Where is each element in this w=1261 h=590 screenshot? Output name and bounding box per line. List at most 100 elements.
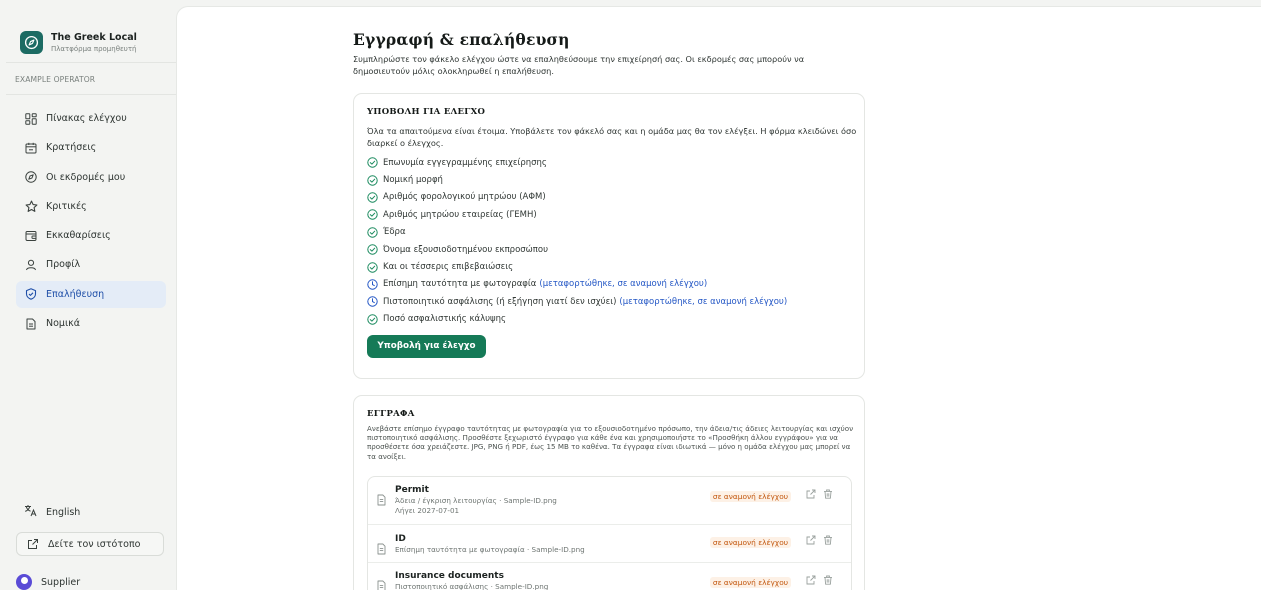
user-icon (24, 258, 38, 272)
checklist-item: Αριθμός μητρώου εταιρείας (ΓΕΜΗ) (367, 206, 851, 223)
open-document-icon[interactable] (806, 489, 817, 500)
document-name: Permit (395, 485, 429, 495)
brand-logo-icon (20, 31, 43, 54)
user-menu[interactable]: Supplier (16, 574, 80, 590)
check-circle-icon (367, 227, 378, 238)
document-name: Insurance documents (395, 571, 504, 581)
check-circle-icon (367, 157, 378, 168)
sidebar-item-label: Οι εκδρομές μου (46, 171, 126, 183)
submit-for-review-button[interactable]: Υποβολή για έλεγχο (367, 334, 486, 358)
sidebar-item-bookings[interactable]: Κρατήσεις (16, 134, 166, 161)
documents-card: ΕΓΓΡΑΦΑ Ανεβάστε επίσημο έγγραφο ταυτότη… (353, 395, 865, 590)
clock-icon (367, 296, 378, 308)
avatar (16, 574, 32, 590)
card-text: Ανεβάστε επίσημο έγγραφο ταυτότητας με φ… (367, 424, 854, 461)
status-badge: σε αναμονή ελέγχου (709, 491, 791, 502)
main-panel: Εγγραφή & επαλήθευση Συμπληρώστε τον φάκ… (176, 6, 1261, 590)
check-circle-icon (367, 209, 378, 221)
check-circle-icon (367, 192, 378, 203)
dashboard-icon (24, 112, 38, 126)
divider (6, 94, 176, 95)
operator-label: EXAMPLE OPERATOR (15, 75, 96, 84)
checklist-item: Έδρα (367, 224, 851, 241)
star-icon (24, 199, 38, 213)
sidebar-item-label: Κρατήσεις (46, 142, 97, 154)
sidebar-item-label: Προφίλ (46, 259, 81, 271)
checklist-item: Όνομα εξουσιοδοτημένου εκπροσώπου (367, 241, 851, 258)
checklist-item: Επίσημη ταυτότητα με φωτογραφία (μεταφορτ… (367, 276, 851, 293)
sidebar-nav: Πίνακας ελέγχου Κρατήσεις Οι εκδρομές μο… (16, 105, 166, 339)
checklist-item-label: Όνομα εξουσιοδοτημένου εκπροσώπου (383, 244, 549, 255)
card-text: Όλα τα απαιτούμενα είναι έτοιμα. Υποβάλε… (367, 126, 857, 148)
submit-for-review-card: ΥΠΟΒΟΛΗ ΓΙΑ ΕΛΕΓΧΟ Όλα τα απαιτούμενα εί… (353, 93, 865, 379)
file-icon (376, 543, 388, 555)
compass-icon (24, 170, 38, 184)
page-description: Συμπληρώστε τον φάκελο ελέγχου ώστε να ε… (353, 54, 805, 76)
page-title: Εγγραφή & επαλήθευση (353, 30, 570, 49)
checklist-item: Αριθμός φορολογικού μητρώου (ΑΦΜ) (367, 189, 851, 206)
document-row: Insurance documents Πιστοποιητικό ασφάλισ… (368, 563, 851, 590)
sidebar-item-my-tours[interactable]: Οι εκδρομές μου (16, 164, 166, 191)
visit-site-label: Δείτε τον ιστότοπο (48, 538, 141, 550)
sidebar-item-label: Νομικά (46, 318, 81, 330)
checklist-item-label: Επωνυμία εγγεγραμμένης επιχείρησης (383, 157, 547, 168)
checklist-item: Ποσό ασφαλιστικής κάλυψης (367, 311, 851, 328)
clock-icon (367, 279, 378, 290)
brand-subtitle: Πλατφόρμα προμηθευτή (51, 44, 137, 53)
sidebar-item-reviews[interactable]: Κριτικές (16, 193, 166, 220)
divider (6, 62, 176, 63)
document-icon (24, 317, 38, 331)
file-icon (376, 494, 388, 506)
sidebar-item-label: Επαλήθευση (46, 288, 105, 300)
document-meta: Επίσημη ταυτότητα με φωτογραφία · Sample… (395, 545, 585, 554)
checklist-item-label: Νομική μορφή (383, 175, 443, 186)
page-header: Εγγραφή & επαλήθευση Συμπληρώστε τον φάκ… (353, 7, 873, 77)
delete-document-icon[interactable] (823, 575, 834, 586)
checklist-item: Επωνυμία εγγεγραμμένης επιχείρησης (367, 154, 851, 171)
checklist-item: Και οι τέσσερις επιβεβαιώσεις (367, 258, 851, 275)
card-title: ΕΓΓΡΑΦΑ (367, 409, 415, 419)
check-circle-icon (367, 244, 378, 255)
upload-status-note: (μεταφορτώθηκε, σε αναμονή ελέγχου) (619, 296, 788, 307)
sidebar-item-dashboard[interactable]: Πίνακας ελέγχου (16, 105, 166, 132)
checklist-item-label: Ποσό ασφαλιστικής κάλυψης (383, 314, 507, 325)
document-row: Permit Άδεια / έγκριση λειτουργίας · Samp… (368, 477, 851, 525)
check-circle-icon (367, 314, 378, 325)
open-document-icon[interactable] (806, 535, 817, 546)
user-name: Supplier (41, 576, 81, 588)
external-link-icon (26, 537, 40, 551)
language-switcher[interactable]: English (24, 504, 80, 520)
checklist-item-label: Αριθμός φορολογικού μητρώου (ΑΦΜ) (383, 192, 546, 203)
brand[interactable]: The Greek Local Πλατφόρμα προμηθευτή (6, 8, 176, 62)
sidebar-item-legal[interactable]: Νομικά (16, 310, 166, 337)
document-expiry: Λήγει 2027-07-01 (395, 505, 460, 515)
checklist-item-label: Και οι τέσσερις επιβεβαιώσεις (383, 262, 514, 273)
document-meta: Πιστοποιητικό ασφάλισης · Sample-ID.png (395, 582, 549, 590)
translate-icon (24, 504, 37, 520)
calendar-icon (24, 141, 38, 155)
sidebar-item-verification[interactable]: Επαλήθευση (16, 280, 166, 308)
file-icon (376, 580, 388, 590)
document-name: ID (395, 534, 406, 544)
document-list: Permit Άδεια / έγκριση λειτουργίας · Samp… (367, 476, 852, 590)
status-badge: σε αναμονή ελέγχου (709, 537, 791, 548)
upload-status-note: (μεταφορτώθηκε, σε αναμονή ελέγχου) (539, 279, 708, 290)
sidebar-item-label: Εκκαθαρίσεις (46, 230, 111, 242)
document-meta: Άδεια / έγκριση λειτουργίας · Sample-ID.… (395, 496, 557, 505)
delete-document-icon[interactable] (823, 535, 834, 546)
sidebar-item-profile[interactable]: Προφίλ (16, 251, 166, 278)
checklist-item-label: Αριθμός μητρώου εταιρείας (ΓΕΜΗ) (383, 209, 537, 220)
sidebar-item-label: Πίνακας ελέγχου (46, 113, 127, 124)
visit-site-button[interactable]: Δείτε τον ιστότοπο (16, 532, 164, 556)
sidebar-item-payouts[interactable]: Εκκαθαρίσεις (16, 222, 166, 249)
checklist-item-label: Πιστοποιητικό ασφάλισης (ή εξήγηση γιατί… (383, 296, 617, 307)
checklist-item: Πιστοποιητικό ασφάλισης (ή εξήγηση γιατί… (367, 293, 851, 310)
sidebar-item-label: Κριτικές (46, 200, 87, 212)
brand-name: The Greek Local (51, 31, 137, 43)
status-badge: σε αναμονή ελέγχου (709, 577, 791, 588)
delete-document-icon[interactable] (823, 489, 834, 500)
check-circle-icon (367, 174, 378, 186)
wallet-icon (24, 229, 38, 243)
open-document-icon[interactable] (806, 575, 817, 586)
card-title: ΥΠΟΒΟΛΗ ΓΙΑ ΕΛΕΓΧΟ (367, 107, 486, 117)
